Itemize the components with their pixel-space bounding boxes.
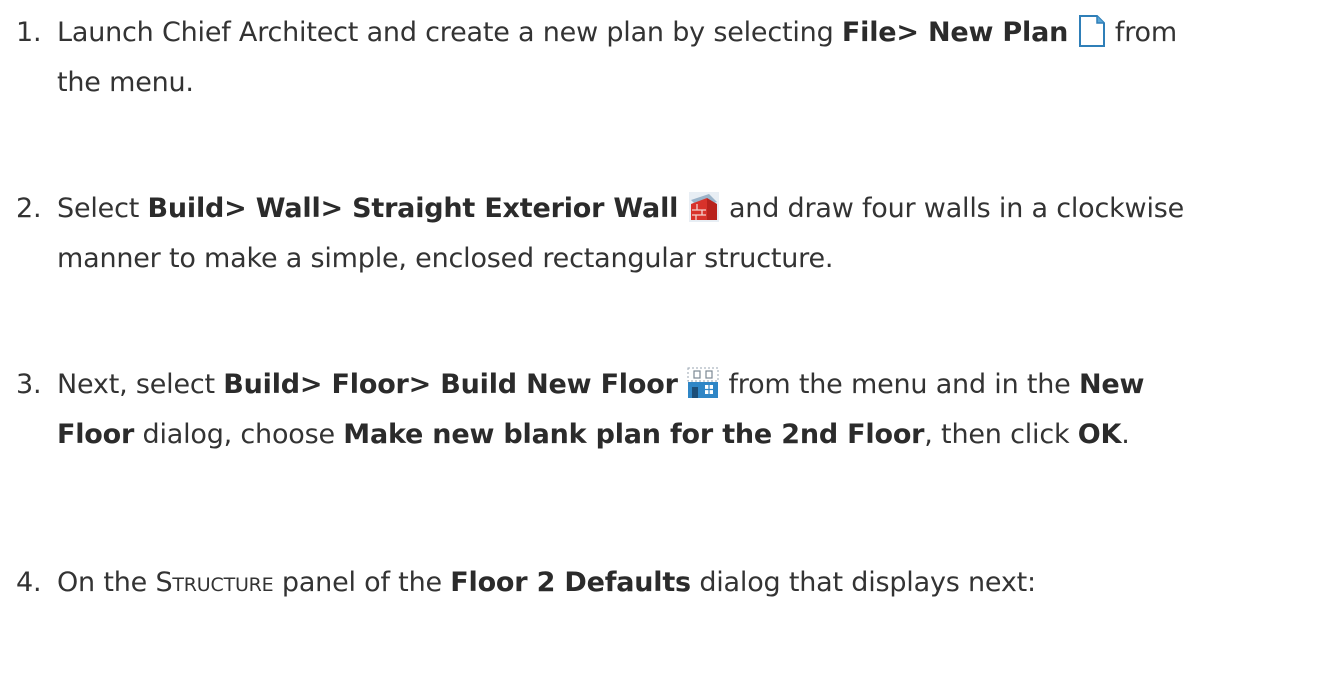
step-text: Next, select Build> Floor> Build New Flo… <box>57 360 1317 460</box>
step-text-part: panel of the <box>273 567 451 598</box>
step-text-part: dialog that displays next: <box>690 567 1036 598</box>
new-plan-icon <box>1077 14 1107 48</box>
dialog-name: Floor <box>57 419 135 450</box>
menu-path: Build> Floor> Build New Floor <box>223 369 678 400</box>
step-text: Select Build> Wall> Straight Exterior Wa… <box>57 184 1317 284</box>
step-text-part: On the <box>57 567 156 598</box>
step-number: 2. <box>16 193 42 224</box>
option-name: Make new blank plan for the 2nd Floor <box>343 419 925 450</box>
menu-path: Build> Wall> Straight Exterior Wall <box>147 193 679 224</box>
step-text-part: , then click <box>924 419 1078 450</box>
step-text: On the Structure panel of the Floor 2 De… <box>57 558 1317 608</box>
step-line: the menu. <box>57 67 194 98</box>
button-name: OK <box>1077 419 1122 450</box>
step-text-part: from the menu and in the <box>720 369 1079 400</box>
step-line: Next, select Build> Floor> Build New Flo… <box>57 360 1317 410</box>
step-line: Launch Chief Architect and create a new … <box>57 8 1317 58</box>
exterior-wall-icon <box>687 190 721 224</box>
step-text-part: Select <box>57 193 148 224</box>
step-line: Select Build> Wall> Straight Exterior Wa… <box>57 184 1317 234</box>
step-text-part: from <box>1106 17 1177 48</box>
step-line: manner to make a simple, enclosed rectan… <box>57 243 834 274</box>
dialog-name: New <box>1078 369 1145 400</box>
step-text-part: . <box>1121 419 1130 450</box>
step-text-part: dialog, choose <box>134 419 344 450</box>
step-number: 4. <box>16 567 42 598</box>
step-number: 3. <box>16 369 42 400</box>
menu-path: File> New Plan <box>841 17 1069 48</box>
step-line: Floor dialog, choose Make new blank plan… <box>57 410 1317 460</box>
step-text: Launch Chief Architect and create a new … <box>57 8 1317 108</box>
panel-name: Structure <box>155 567 274 598</box>
step-text-part: and draw four walls in a clockwise <box>720 193 1185 224</box>
dialog-name: Floor 2 Defaults <box>450 567 691 598</box>
step-text-part: Launch Chief Architect and create a new … <box>57 17 842 48</box>
step-line: On the Structure panel of the Floor 2 De… <box>57 558 1317 608</box>
build-new-floor-icon <box>686 366 720 400</box>
step-number: 1. <box>16 17 42 48</box>
step-text-part: Next, select <box>57 369 224 400</box>
